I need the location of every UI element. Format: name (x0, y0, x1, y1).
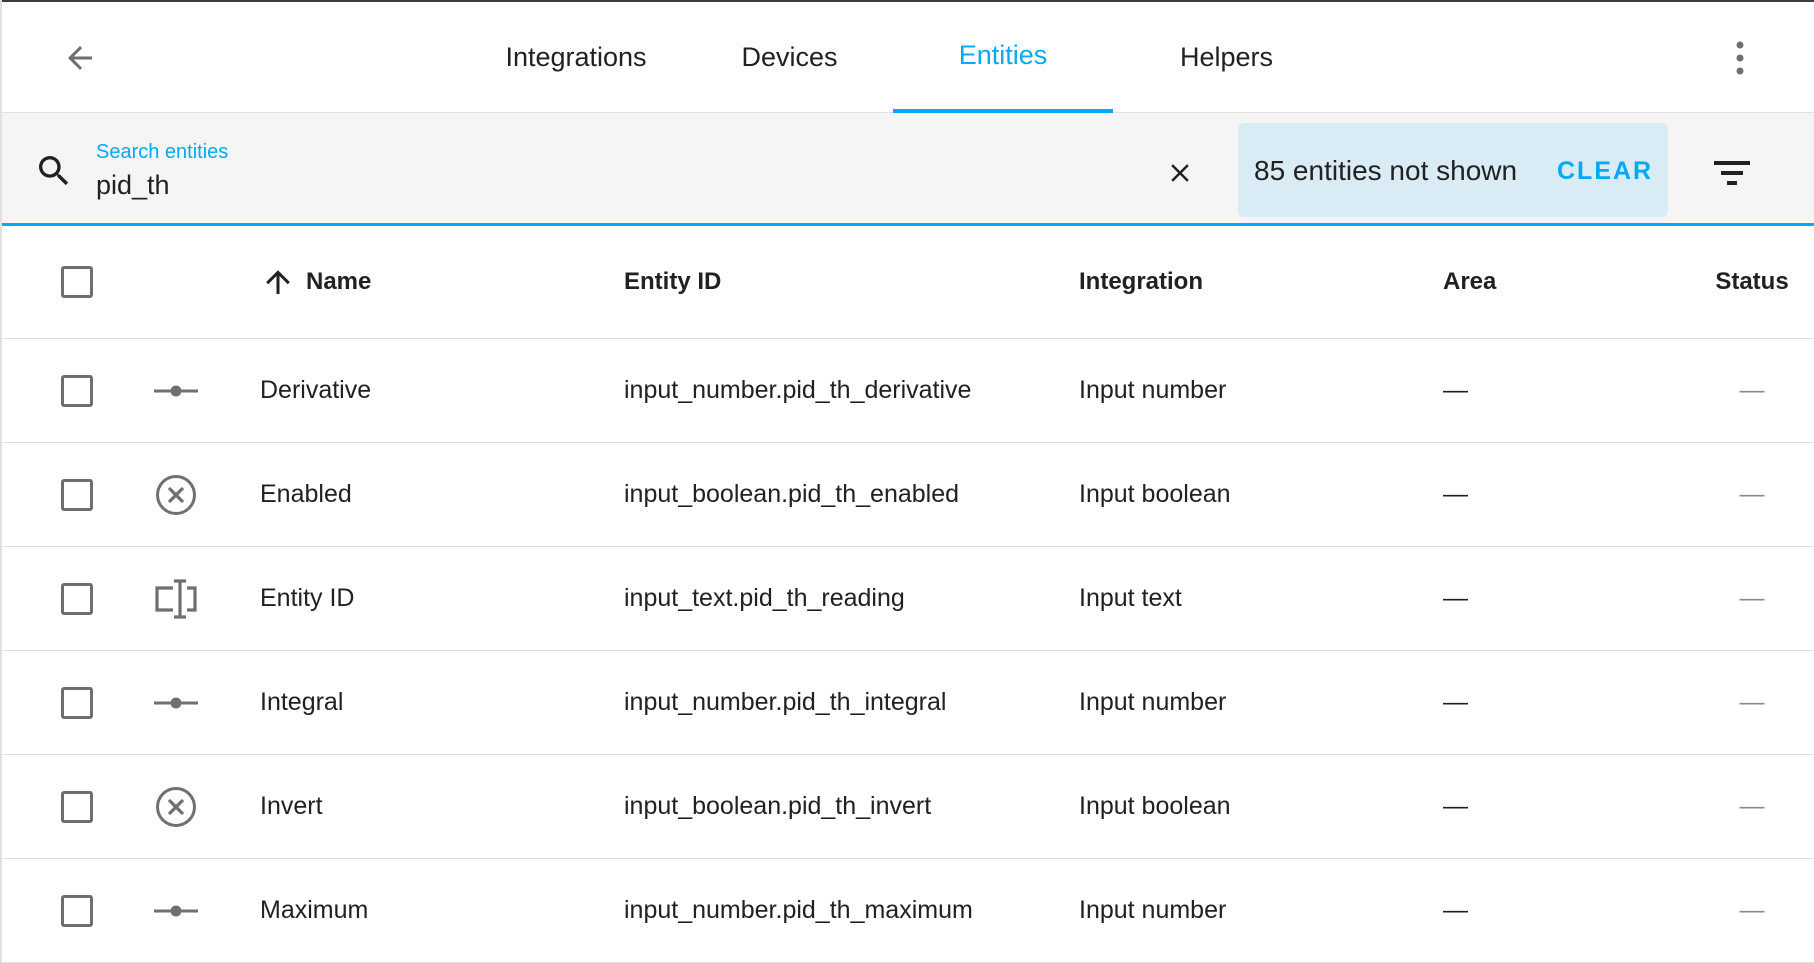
table-header-row: Name Entity ID Integration Area Status (0, 226, 1814, 339)
clear-search-button[interactable] (1160, 153, 1200, 193)
select-all-cell (61, 226, 93, 338)
arrow-left-icon (68, 46, 92, 70)
clear-filter-button[interactable]: CLEAR (1557, 157, 1653, 186)
row-select-cell (61, 443, 93, 546)
entity-status: — (1739, 584, 1765, 612)
entity-integration: Input number (1079, 376, 1227, 404)
hidden-entities-notice: 85 entities not shown CLEAR (1238, 123, 1668, 217)
entity-status: — (1739, 896, 1765, 924)
top-app-bar: Integrations Devices Entities Helpers (0, 2, 1814, 113)
entity-name: Enabled (260, 480, 352, 508)
tab-integrations[interactable]: Integrations (466, 2, 686, 112)
close-circle-icon (154, 443, 198, 546)
textbox-icon (154, 547, 198, 650)
dots-vertical-icon (1736, 41, 1744, 75)
column-header-integration[interactable]: Integration (1079, 226, 1203, 338)
column-header-label: Integration (1079, 268, 1203, 295)
close-circle-icon (154, 755, 198, 858)
entity-id: input_number.pid_th_derivative (624, 376, 972, 404)
search-toolbar: Search entities 85 entities not shown CL… (0, 113, 1814, 226)
entity-status: — (1739, 792, 1765, 820)
slider-icon (154, 339, 198, 442)
search-icon (39, 156, 69, 186)
entity-name: Maximum (260, 896, 369, 924)
entity-integration: Input number (1079, 688, 1227, 716)
filter-variant-icon (1714, 161, 1750, 185)
entity-id: input_boolean.pid_th_enabled (624, 480, 960, 508)
entity-area: — (1443, 792, 1468, 820)
search-label: Search entities (96, 141, 229, 163)
slider-icon (154, 651, 198, 754)
tab-label: Entities (958, 39, 1048, 70)
row-select-cell (61, 651, 93, 754)
column-header-area[interactable]: Area (1443, 226, 1496, 338)
table-row[interactable]: Entity ID input_text.pid_th_reading Inpu… (0, 547, 1814, 651)
filter-button[interactable] (1708, 153, 1756, 193)
entity-name: Integral (260, 688, 344, 716)
table-row[interactable]: Maximum input_number.pid_th_maximum Inpu… (0, 859, 1814, 963)
tab-bar: Integrations Devices Entities Helpers (466, 2, 1340, 113)
entity-integration: Input number (1079, 896, 1227, 924)
tab-label: Integrations (505, 41, 647, 72)
entity-status: — (1739, 480, 1765, 508)
column-header-entity-id[interactable]: Entity ID (624, 226, 721, 338)
column-header-label: Status (1715, 268, 1789, 295)
column-header-label: Name (306, 268, 372, 295)
row-checkbox[interactable] (61, 686, 93, 719)
entity-integration: Input boolean (1079, 792, 1231, 820)
tab-helpers[interactable]: Helpers (1113, 2, 1340, 112)
row-select-cell (61, 339, 93, 442)
entity-area: — (1443, 688, 1468, 716)
entity-name: Entity ID (260, 584, 355, 612)
row-checkbox[interactable] (61, 790, 93, 823)
table-row[interactable]: Enabled input_boolean.pid_th_enabled Inp… (0, 443, 1814, 547)
back-button[interactable] (52, 34, 108, 82)
entity-name: Derivative (260, 376, 372, 404)
table-row[interactable]: Integral input_number.pid_th_integral In… (0, 651, 1814, 755)
column-header-label: Entity ID (624, 268, 722, 295)
arrow-up-icon (260, 264, 296, 300)
slider-icon (154, 859, 198, 962)
row-select-cell (61, 547, 93, 650)
entity-area: — (1443, 896, 1468, 924)
tab-entities[interactable]: Entities (893, 2, 1113, 113)
column-header-name[interactable]: Name (260, 226, 371, 338)
entity-id: input_text.pid_th_reading (624, 584, 905, 612)
row-select-cell (61, 859, 93, 962)
table-row[interactable]: Derivative input_number.pid_th_derivativ… (0, 339, 1814, 443)
row-checkbox[interactable] (61, 894, 93, 927)
overflow-menu-button[interactable] (1716, 32, 1764, 84)
entities-table: Name Entity ID Integration Area Status D… (0, 226, 1814, 963)
entity-name: Invert (260, 792, 323, 820)
row-select-cell (61, 755, 93, 858)
row-checkbox[interactable] (61, 374, 93, 407)
entity-status: — (1739, 688, 1765, 716)
row-checkbox[interactable] (61, 582, 93, 615)
column-header-status[interactable]: Status (1700, 226, 1804, 338)
entity-area: — (1443, 584, 1468, 612)
entity-status: — (1739, 376, 1765, 404)
table-row[interactable]: Invert input_boolean.pid_th_invert Input… (0, 755, 1814, 859)
select-all-checkbox[interactable] (61, 266, 93, 298)
hidden-entities-count: 85 entities not shown (1254, 155, 1518, 186)
search-input[interactable] (96, 165, 1096, 205)
entity-area: — (1443, 480, 1468, 508)
entity-integration: Input text (1079, 584, 1182, 612)
entity-area: — (1443, 376, 1468, 404)
entity-id: input_number.pid_th_maximum (624, 896, 973, 924)
row-checkbox[interactable] (61, 478, 93, 511)
entity-id: input_number.pid_th_integral (624, 688, 947, 716)
entity-integration: Input boolean (1079, 480, 1231, 508)
entity-id: input_boolean.pid_th_invert (624, 792, 932, 820)
left-border (0, 0, 2, 962)
tab-devices[interactable]: Devices (686, 2, 893, 112)
column-header-label: Area (1443, 268, 1497, 295)
tab-label: Devices (741, 41, 838, 72)
tab-label: Helpers (1179, 41, 1274, 72)
close-icon (1171, 164, 1189, 182)
